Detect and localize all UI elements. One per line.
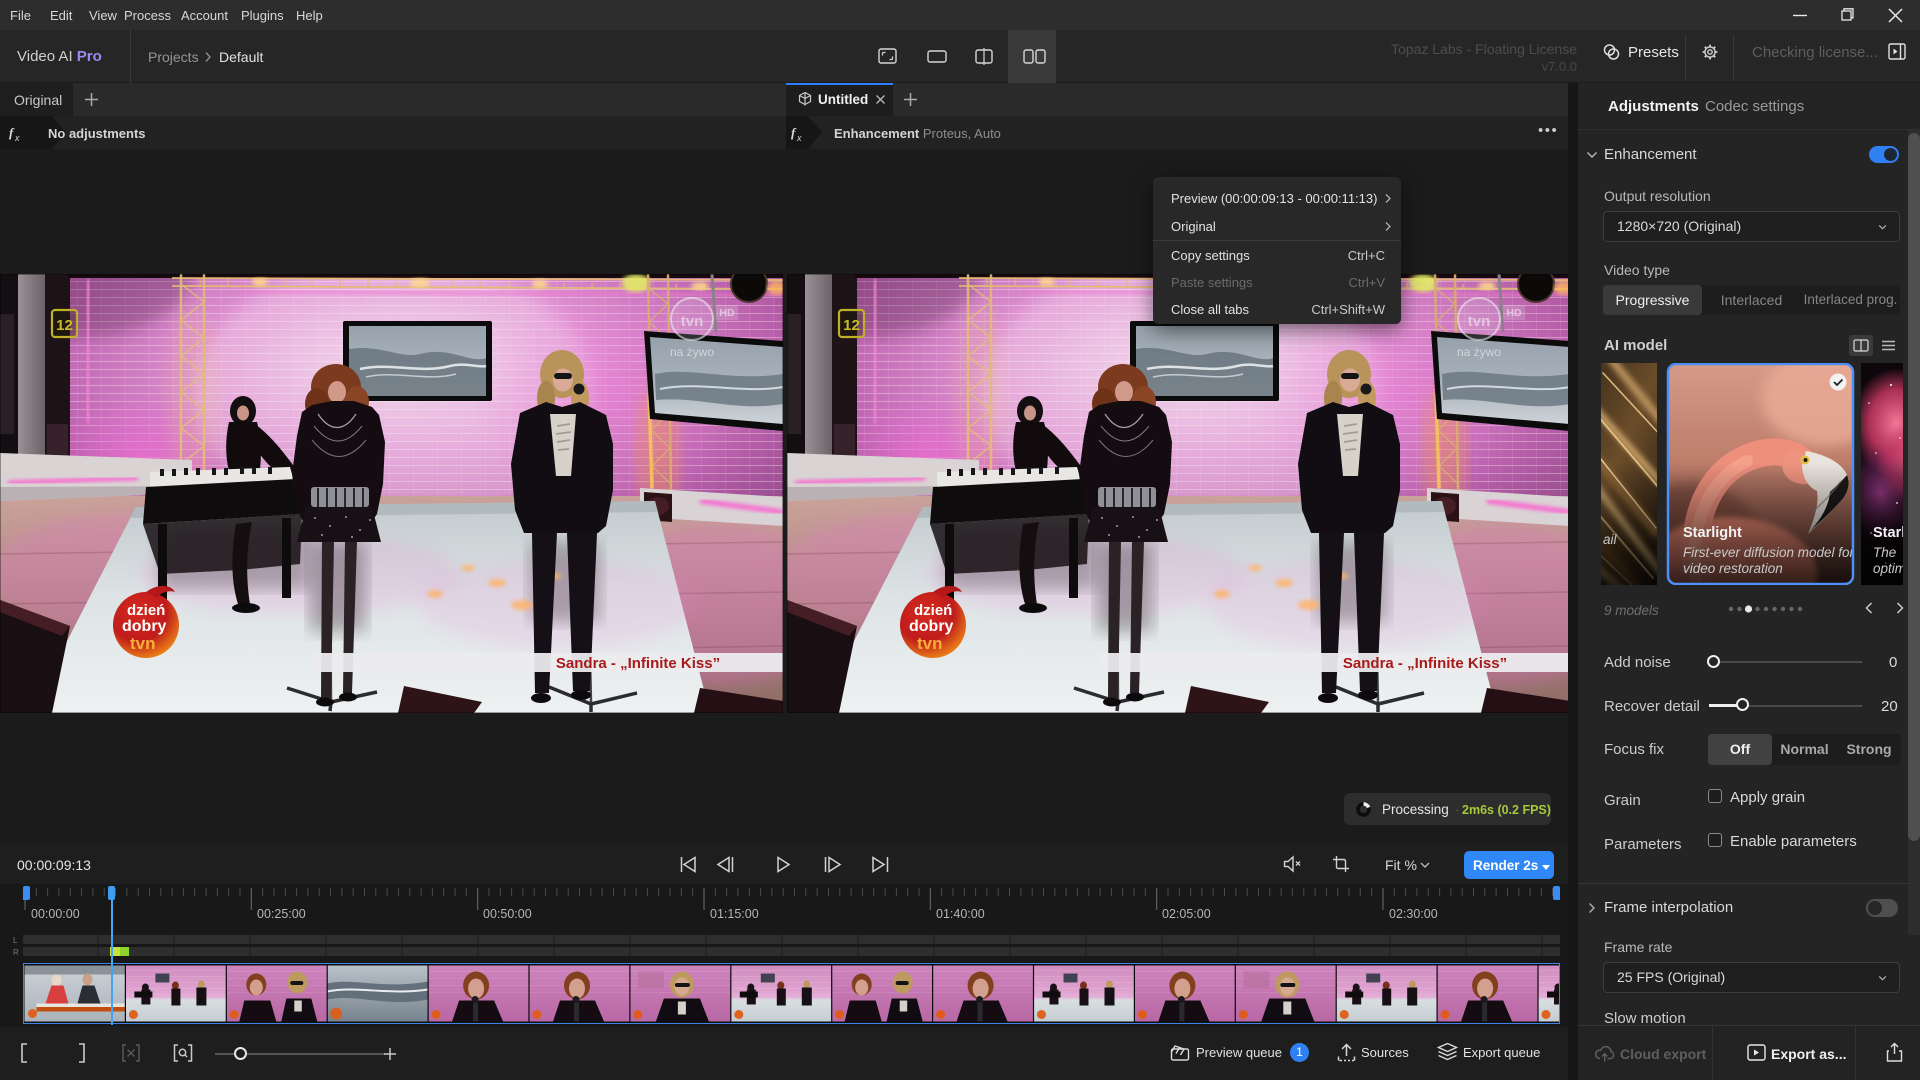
svg-text:x: x [796, 133, 802, 143]
svg-text:The: The [1873, 545, 1896, 560]
svg-text:optim: optim [1873, 561, 1903, 576]
svg-text:Starl: Starl [1873, 525, 1903, 541]
svg-text:Starlight: Starlight [1683, 525, 1742, 541]
svg-text:x: x [14, 133, 20, 143]
svg-text:video restoration: video restoration [1683, 561, 1783, 576]
svg-text:ail: ail [1603, 532, 1618, 547]
svg-text:First-ever diffusion model for: First-ever diffusion model for [1683, 545, 1855, 560]
